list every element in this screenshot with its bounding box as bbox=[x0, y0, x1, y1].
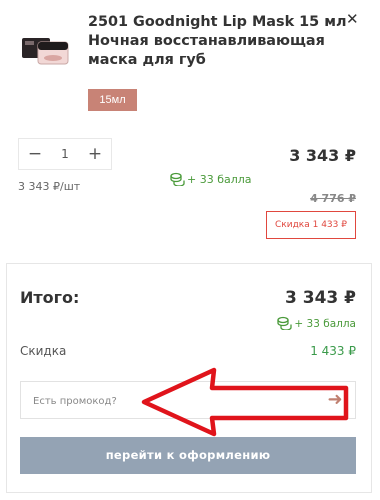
close-icon[interactable]: ✕ bbox=[346, 10, 359, 28]
quantity-stepper: − 1 + bbox=[18, 138, 112, 170]
total-label: Итого: bbox=[20, 288, 80, 307]
checkout-button[interactable]: перейти к оформлению bbox=[20, 437, 356, 474]
unit-price: 3 343 ₽/шт bbox=[18, 180, 81, 193]
total-bonus: + 33 балла bbox=[277, 316, 356, 331]
coins-icon bbox=[277, 316, 293, 331]
discount-badge: Скидка 1 433 ₽ bbox=[266, 211, 356, 239]
total-value: 3 343 ₽ bbox=[285, 288, 356, 308]
bonus-points: + 33 балла bbox=[170, 172, 252, 187]
increment-button[interactable]: + bbox=[81, 139, 109, 169]
product-title[interactable]: 2501 Goodnight Lip Mask 15 мл Ночная вос… bbox=[88, 13, 350, 70]
bonus-text: + 33 балла bbox=[187, 173, 252, 186]
item-price: 3 343 ₽ bbox=[289, 146, 356, 165]
old-price: 4 776 ₽ bbox=[310, 192, 356, 205]
discount-value: 1 433 ₽ bbox=[310, 344, 356, 358]
product-image[interactable] bbox=[22, 22, 74, 78]
quantity-value[interactable]: 1 bbox=[47, 139, 83, 169]
annotation-arrow-icon bbox=[141, 367, 349, 437]
coins-icon bbox=[170, 172, 185, 187]
total-bonus-text: + 33 балла bbox=[294, 318, 356, 330]
decrement-button[interactable]: − bbox=[21, 139, 49, 169]
variant-badge: 15мл bbox=[88, 89, 137, 111]
discount-label: Скидка bbox=[20, 344, 67, 358]
